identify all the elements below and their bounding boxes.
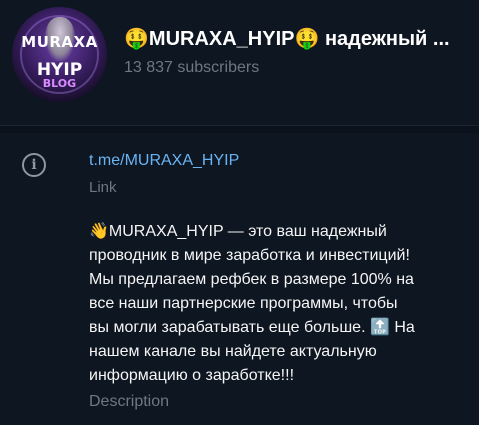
info-icon: i	[22, 153, 46, 177]
description-line: 👋MURAXA_HYIP — это ваш надежный	[89, 223, 387, 240]
description-line: информацию о заработке!!!	[89, 367, 295, 384]
channel-avatar[interactable]: MURAXA HYIP BLOG	[12, 7, 107, 102]
description-line: проводник в мире заработка и инвестиций!	[89, 247, 410, 264]
link-label: Link	[89, 179, 117, 196]
description-line: нашем канале вы найдете актуальную	[89, 343, 377, 360]
avatar-text-top: MURAXA	[21, 33, 98, 51]
channel-title: 🤑MURAXA_HYIP🤑 надежный ...	[124, 28, 450, 50]
subscriber-count: 13 837 subscribers	[124, 59, 260, 76]
channel-header: MURAXA HYIP BLOG 🤑MURAXA_HYIP🤑 надежный …	[0, 0, 479, 125]
description-label: Description	[89, 393, 170, 410]
description-line: вы могли зарабатывать еще больше. 🔝 На	[89, 319, 415, 336]
channel-link[interactable]: t.me/MURAXA_HYIP	[89, 151, 239, 171]
channel-description: 👋MURAXA_HYIP — это ваш надежный проводни…	[89, 220, 474, 388]
description-line: все наши партнерские программы, чтобы	[89, 295, 398, 312]
avatar-text-bottom: BLOG	[42, 77, 77, 90]
section-divider	[0, 125, 479, 133]
description-line: Мы предлагаем рефбек в размере 100% на	[89, 271, 414, 288]
